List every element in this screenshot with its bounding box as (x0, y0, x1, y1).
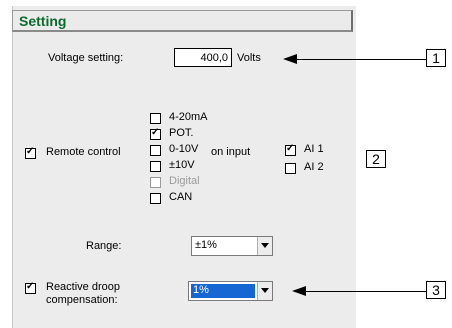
on-input-label: on input (211, 146, 251, 158)
arrow-left-icon (292, 286, 306, 296)
checkbox-can[interactable] (150, 193, 161, 204)
voltage-label: Voltage setting: (48, 52, 124, 64)
range-value: ±1% (195, 239, 217, 251)
droop-dropdown[interactable]: 1% (188, 281, 273, 301)
option-pm10v-label: ±10V (169, 159, 195, 171)
voltage-value: 400,0 (200, 52, 228, 64)
droop-value: 1% (193, 284, 209, 296)
droop-dropdown-button[interactable] (257, 282, 272, 300)
checkbox-4-20ma[interactable] (150, 113, 161, 124)
option-can-label: CAN (169, 191, 193, 203)
checkbox-ai2[interactable] (285, 163, 296, 174)
voltage-unit: Volts (237, 52, 261, 64)
reactive-droop-label-line1: Reactive droop (46, 281, 120, 293)
voltage-input[interactable]: 400,0 (174, 48, 232, 67)
check-mark-icon: ✓ (26, 281, 35, 292)
range-label: Range: (86, 240, 122, 252)
droop-selection: 1% (191, 284, 255, 298)
arrow-left-icon (283, 54, 297, 64)
checkbox-ai1[interactable]: ✓ (285, 143, 296, 156)
section-title: Setting (19, 13, 67, 29)
remote-control-label: Remote control (46, 146, 121, 158)
check-mark-icon: ✓ (286, 143, 295, 154)
callout-line-3 (301, 291, 426, 292)
remote-control-checkbox[interactable]: ✓ (25, 146, 36, 159)
checkbox-pm10v[interactable] (150, 161, 161, 172)
reactive-droop-label-line2: compensation: (46, 294, 118, 306)
input-ai1-label: AI 1 (304, 143, 324, 155)
option-0-10v-label: 0-10V (169, 143, 199, 155)
input-ai2-label: AI 2 (304, 161, 324, 173)
reactive-droop-checkbox[interactable]: ✓ (25, 281, 36, 294)
callout-3: 3 (426, 281, 446, 299)
chevron-down-icon (261, 243, 269, 248)
checkbox-0-10v[interactable] (150, 145, 161, 156)
option-pot-label: POT. (169, 127, 194, 139)
check-mark-icon: ✓ (151, 127, 160, 138)
callout-2: 2 (366, 150, 386, 168)
callout-line-1 (292, 59, 426, 60)
option-4-20ma-label: 4-20mA (169, 111, 208, 123)
section-header: Setting (12, 10, 353, 32)
range-dropdown[interactable]: ±1% (191, 236, 273, 256)
check-mark-icon: ✓ (26, 146, 35, 157)
checkbox-digital (150, 177, 161, 188)
range-dropdown-button[interactable] (257, 237, 272, 255)
chevron-down-icon (261, 288, 269, 293)
checkbox-pot[interactable]: ✓ (150, 127, 161, 140)
callout-1: 1 (426, 49, 446, 67)
option-digital-label: Digital (169, 175, 200, 187)
